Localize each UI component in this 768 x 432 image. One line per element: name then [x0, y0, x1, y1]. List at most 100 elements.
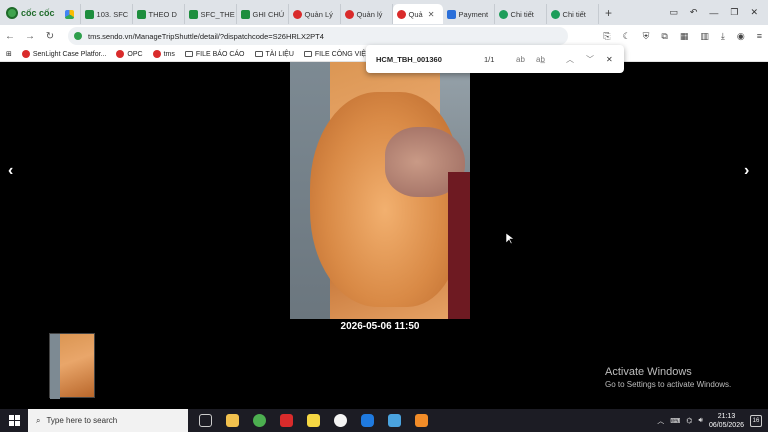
tab-sendo-1[interactable]: Quản Lý — [289, 4, 341, 24]
tab-payment[interactable]: Payment — [443, 4, 495, 24]
bookmark-label: FILE BÁO CÁO — [195, 50, 245, 58]
tab-strip: cốc cốc 103. SFC THEO D SFC_THE GHI CHÚ … — [0, 0, 768, 25]
wps-office-icon[interactable] — [275, 411, 297, 430]
sendo-icon — [396, 9, 406, 19]
extensions-icon[interactable]: ⧉ — [661, 31, 667, 42]
taskbar-apps — [194, 411, 432, 430]
tab-label: Quả — [408, 9, 423, 19]
sleeve — [448, 172, 470, 319]
browser-toolbar: ← → ↻ tms.sendo.vn/ManageTripShuttle/det… — [0, 25, 768, 47]
bookmark-label: TÀI LIỆU — [265, 50, 294, 58]
payment-icon — [446, 9, 456, 19]
thumbnail[interactable] — [49, 333, 95, 399]
chrome-icon — [550, 9, 560, 19]
sendo-icon — [344, 9, 354, 19]
bookmark-item[interactable]: OPC — [116, 50, 143, 58]
sheets-icon — [136, 9, 146, 19]
new-tab-button[interactable]: + — [601, 6, 617, 20]
bookmark-item[interactable]: SenLight Case Platfor... — [21, 50, 107, 58]
bookmark-folder[interactable]: FILE BÁO CÁO — [184, 50, 245, 58]
tray-chevron-icon[interactable]: ︿ — [657, 416, 664, 426]
sendo-icon — [292, 9, 302, 19]
whole-word-icon[interactable]: ab̲ — [536, 55, 545, 64]
next-image-button[interactable]: › — [744, 162, 749, 180]
brand-name: cốc cốc — [21, 7, 55, 18]
tab-active[interactable]: Quả ✕ — [392, 4, 443, 24]
find-count: 1/1 — [484, 54, 495, 64]
page-translate-icon[interactable]: ⎘ — [603, 31, 610, 42]
find-previous-button[interactable]: ︿ — [566, 54, 574, 65]
find-input[interactable]: HCM_TBH_001360 — [376, 55, 442, 64]
tab-sheet-3[interactable]: SFC_THE — [185, 4, 237, 24]
previous-image-button[interactable]: ‹ — [8, 162, 13, 180]
tab-sheet-2[interactable]: THEO D — [133, 4, 185, 24]
sendo-icon — [116, 50, 125, 58]
input-language-icon[interactable]: ⌨ — [670, 417, 680, 425]
menu-icon[interactable]: ≡ — [757, 31, 762, 41]
find-next-button[interactable]: ﹀ — [586, 54, 594, 65]
bookmark-folder[interactable]: FILE CÔNG VIỆC — [303, 51, 371, 58]
windows-taskbar: ⌕ Type here to search ︿ ⌨ ⌬ 🔊︎ 21:13 06/… — [0, 409, 768, 432]
url-text: tms.sendo.vn/ManageTripShuttle/detail/?d… — [88, 31, 324, 41]
find-close-button[interactable]: ✕ — [606, 55, 613, 64]
bookmark-label: SenLight Case Platfor... — [32, 50, 107, 58]
tab-sendo-2[interactable]: Quản lý — [341, 4, 393, 24]
shield-icon[interactable]: ⛨ — [643, 31, 650, 42]
sheets-icon — [84, 9, 94, 19]
volume-icon[interactable]: 🔊︎ — [699, 417, 703, 425]
file-explorer-icon[interactable] — [221, 411, 243, 430]
bookmark-item[interactable]: tms — [152, 50, 175, 58]
profile-icon[interactable]: ◉ — [737, 31, 745, 42]
network-icon[interactable]: ⌬ — [686, 417, 692, 425]
task-view-icon[interactable] — [194, 411, 216, 430]
tab-drive[interactable] — [61, 4, 81, 24]
tab-label: Chi tiết — [562, 9, 586, 19]
address-bar[interactable]: tms.sendo.vn/ManageTripShuttle/detail/?d… — [68, 27, 568, 45]
apps-grid-icon[interactable]: ⊞ — [6, 50, 12, 58]
forward-button[interactable]: → — [20, 31, 40, 42]
tab-sheet-1[interactable]: 103. SFC — [81, 4, 133, 24]
sidebar-icon[interactable]: ▥ — [700, 31, 709, 42]
chrome-icon[interactable] — [329, 411, 351, 430]
image-viewer: 2026-05-06 11:50 ‹ › Activate Windows Go… — [0, 62, 768, 402]
restore-button[interactable]: ❐ — [730, 7, 738, 18]
back-button[interactable]: ← — [0, 31, 20, 42]
search-placeholder: Type here to search — [46, 416, 118, 425]
tab-label: Payment — [458, 9, 489, 19]
sendo-icon — [21, 50, 30, 58]
reload-button[interactable]: ↻ — [40, 31, 60, 42]
app-icon[interactable] — [383, 411, 405, 430]
bookmark-folder[interactable]: TÀI LIỆU — [254, 50, 294, 58]
window-controls: ▭ ↶ — ❐ ✕ — [669, 0, 768, 25]
start-button[interactable] — [0, 409, 28, 432]
dark-mode-icon[interactable]: ☾ — [623, 31, 631, 42]
zalo-icon[interactable] — [356, 411, 378, 430]
notification-button[interactable]: 16 — [750, 414, 762, 427]
back-arrow-icon[interactable]: ↶ — [690, 7, 698, 18]
clock-date: 06/05/2026 — [708, 421, 744, 429]
photo-timestamp: 2026-05-06 11:50 — [340, 321, 420, 332]
clock[interactable]: 21:13 06/05/2026 — [709, 412, 744, 430]
download-icon[interactable]: ⤓ — [721, 31, 725, 42]
search-icon: ⌕ — [36, 415, 41, 425]
tab-sheet-4[interactable]: GHI CHÚ — [237, 4, 289, 24]
close-window-button[interactable]: ✕ — [750, 7, 758, 18]
screenshot-icon[interactable]: ▭ — [669, 7, 678, 18]
tab-label: THEO D — [148, 9, 177, 19]
fire-app-icon[interactable] — [410, 411, 432, 430]
parcel-photo[interactable] — [290, 62, 470, 319]
match-case-icon[interactable]: ab — [516, 55, 525, 64]
close-tab-icon[interactable]: ✕ — [428, 10, 435, 19]
coccoc-browser-icon[interactable] — [248, 411, 270, 430]
minimize-button[interactable]: — — [709, 8, 718, 18]
drive-icon — [64, 9, 74, 19]
mouse-cursor-icon — [506, 233, 514, 245]
sticky-notes-icon[interactable] — [302, 411, 324, 430]
taskbar-search[interactable]: ⌕ Type here to search — [28, 409, 188, 432]
system-tray: ︿ ⌨ ⌬ 🔊︎ 21:13 06/05/2026 16 — [657, 409, 762, 432]
site-info-icon[interactable] — [74, 32, 82, 40]
tab-chitiet-2[interactable]: Chi tiết — [547, 4, 599, 24]
gift-icon[interactable]: ▦ — [680, 31, 689, 42]
tab-chitiet-1[interactable]: Chi tiết — [495, 4, 547, 24]
browser-brand[interactable]: cốc cốc — [0, 0, 61, 25]
